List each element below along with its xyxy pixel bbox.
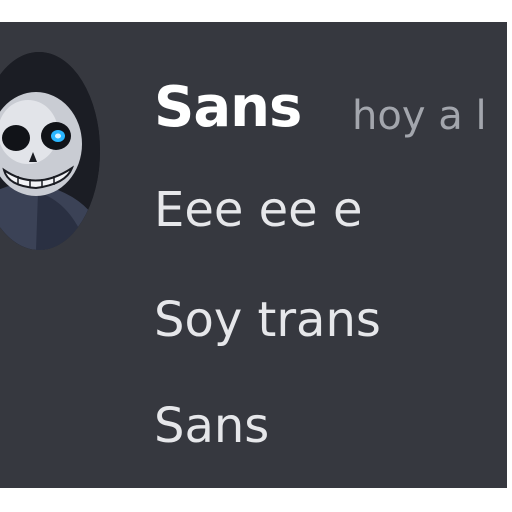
skeleton-avatar-icon xyxy=(0,52,100,250)
avatar[interactable] xyxy=(0,52,100,250)
message-text: Eee ee e xyxy=(154,182,363,238)
timestamp[interactable]: hoy a l xyxy=(352,96,487,136)
chat-message-group: Sans hoy a l Eee ee e Soy trans Sans xyxy=(0,22,507,488)
username[interactable]: Sans xyxy=(154,80,302,136)
message-text: Sans xyxy=(154,398,270,454)
message-text: Soy trans xyxy=(154,292,381,348)
